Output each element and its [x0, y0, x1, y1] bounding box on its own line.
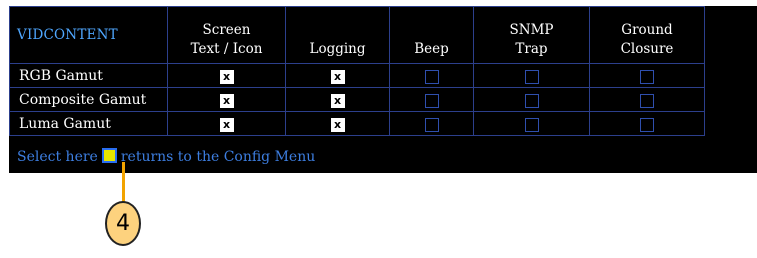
- footer-hint: Select here returns to the Config Menu: [17, 147, 315, 167]
- checkbox-cell: [473, 87, 590, 112]
- checkbox-cell: [389, 63, 474, 88]
- checkbox-checked[interactable]: x: [330, 93, 345, 108]
- column-header-ground-closure: Ground Closure: [589, 6, 705, 64]
- checkbox-cell: [473, 63, 590, 88]
- checkbox-unchecked[interactable]: [424, 117, 439, 132]
- checkbox-cell: [389, 87, 474, 112]
- checkbox-cell: [589, 87, 705, 112]
- checkbox-cell: [589, 111, 705, 136]
- checkbox-cell: [589, 63, 705, 88]
- checkbox-cell: x: [285, 111, 390, 136]
- table-row: Composite Gamut x x: [9, 87, 705, 112]
- row-label: RGB Gamut: [9, 63, 168, 88]
- callout-leader-line: [122, 162, 125, 203]
- footer-prefix: Select here: [17, 149, 98, 165]
- checkbox-unchecked[interactable]: [424, 93, 439, 108]
- table-row: RGB Gamut x x: [9, 63, 705, 88]
- table-title: VIDCONTENT: [9, 6, 168, 64]
- checkbox-cell: x: [167, 63, 286, 88]
- footer-suffix: returns to the Config Menu: [120, 149, 316, 165]
- column-header-screen-text-icon: Screen Text / Icon: [167, 6, 286, 64]
- checkbox-checked[interactable]: x: [330, 117, 345, 132]
- checkbox-cell: x: [167, 111, 286, 136]
- checkbox-unchecked[interactable]: [640, 69, 654, 84]
- checkbox-unchecked[interactable]: [424, 69, 439, 84]
- checkbox-cell: x: [167, 87, 286, 112]
- checkbox-unchecked[interactable]: [524, 117, 539, 132]
- checkbox-checked[interactable]: x: [219, 93, 234, 108]
- checkbox-cell: [473, 111, 590, 136]
- checkbox-unchecked[interactable]: [640, 93, 654, 108]
- checkbox-unchecked[interactable]: [640, 117, 654, 132]
- row-label: Composite Gamut: [9, 87, 168, 112]
- checkbox-cell: [389, 111, 474, 136]
- checkbox-checked[interactable]: x: [219, 69, 234, 84]
- checkbox-cell: x: [285, 63, 390, 88]
- callout-badge: 4: [105, 201, 141, 246]
- checkbox-cell: x: [285, 87, 390, 112]
- checkbox-checked[interactable]: x: [219, 117, 234, 132]
- checkbox-unchecked[interactable]: [524, 69, 539, 84]
- table-row: Luma Gamut x x: [9, 111, 705, 136]
- column-header-logging: Logging: [285, 6, 390, 64]
- checkbox-unchecked[interactable]: [524, 93, 539, 108]
- row-label: Luma Gamut: [9, 111, 168, 136]
- column-header-beep: Beep: [389, 6, 474, 64]
- column-header-snmp-trap: SNMP Trap: [473, 6, 590, 64]
- checkbox-checked[interactable]: x: [330, 69, 345, 84]
- notification-table: VIDCONTENT Screen Text / Icon Logging Bee…: [9, 6, 705, 136]
- select-box[interactable]: [101, 148, 117, 163]
